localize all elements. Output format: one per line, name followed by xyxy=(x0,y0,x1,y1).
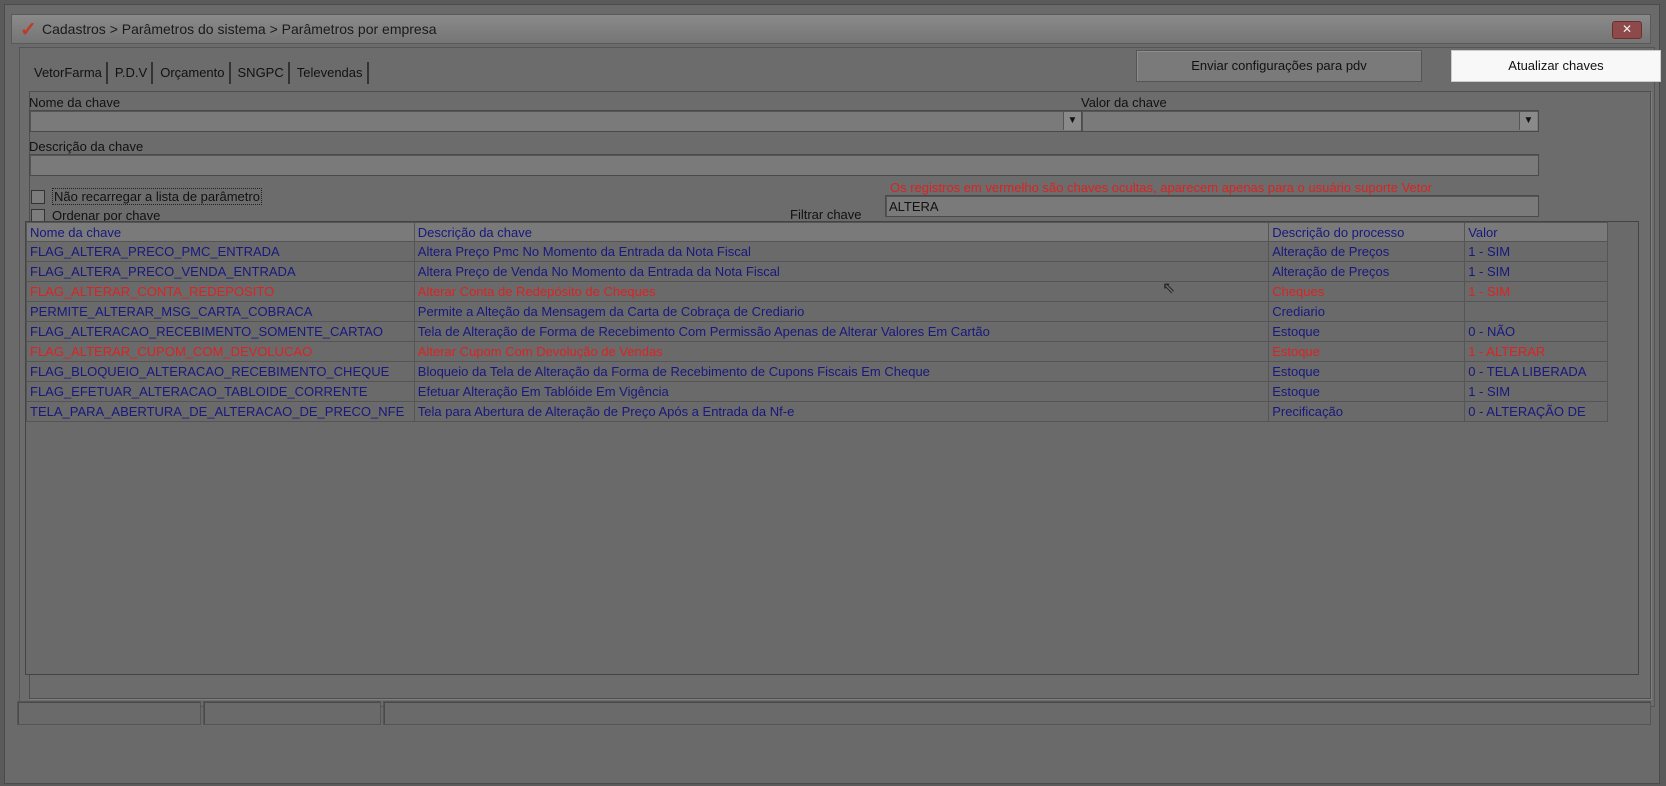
cell-desc: Alterar Conta de Redepósito de Cheques xyxy=(413,281,1270,302)
table-row[interactable]: TELA_PARA_ABERTURA_DE_ALTERACAO_DE_PRECO… xyxy=(26,401,1608,422)
column-header[interactable]: Descrição do processo xyxy=(1268,222,1466,242)
table-row[interactable]: FLAG_ALTERAR_CONTA_REDEPOSITO Alterar Con… xyxy=(26,281,1608,302)
cell-desc: Efetuar Alteração Em Tablóide Em Vigênci… xyxy=(413,381,1270,402)
column-header[interactable]: Descrição da chave xyxy=(413,222,1270,242)
table-row[interactable]: FLAG_ALTERAR_CUPOM_COM_DEVOLUCAO Alterar … xyxy=(26,341,1608,362)
cell-process: Alteração de Preços xyxy=(1268,261,1466,282)
cell-desc: Alterar Cupom Com Devolução de Vendas xyxy=(413,341,1270,362)
update-keys-button[interactable]: Atualizar chaves xyxy=(1451,50,1661,82)
cell-value xyxy=(1464,301,1608,322)
cell-value: 1 - ALTERAR xyxy=(1464,341,1608,362)
cell-desc: Tela de Alteração de Forma de Recebiment… xyxy=(413,321,1270,342)
cell-process: Estoque xyxy=(1268,321,1466,342)
table-row[interactable]: FLAG_ALTERA_PRECO_PMC_ENTRADA Altera Preç… xyxy=(26,241,1608,262)
column-header[interactable]: Nome da chave xyxy=(26,222,415,242)
app-logo-icon: ✓ xyxy=(20,19,37,41)
cell-value: 0 - ALTERAÇÃO DE xyxy=(1464,401,1608,422)
tab-vetorfarma[interactable]: VetorFarma xyxy=(30,62,108,84)
parameters-grid: Nome da chave Descrição da chave Descrição… xyxy=(25,221,1639,675)
key-name-combobox[interactable]: ▼ xyxy=(29,110,1083,132)
cell-process: Estoque xyxy=(1268,361,1466,382)
cell-name: PERMITE_ALTERAR_MSG_CARTA_COBRACA xyxy=(26,301,415,322)
cell-name: FLAG_ALTERAR_CUPOM_COM_DEVOLUCAO xyxy=(26,341,415,362)
table-row[interactable]: FLAG_EFETUAR_ALTERACAO_TABLOIDE_CORRENTE… xyxy=(26,381,1608,402)
status-panel-2 xyxy=(203,701,381,725)
chevron-down-icon[interactable]: ▼ xyxy=(1519,112,1537,130)
table-row[interactable]: FLAG_ALTERACAO_RECEBIMENTO_SOMENTE_CARTA… xyxy=(26,321,1608,342)
tab-bar: VetorFarma P.D.V Orçamento SNGPC Televendas xyxy=(30,62,372,84)
cell-name: FLAG_ALTERAR_CONTA_REDEPOSITO xyxy=(26,281,415,302)
filter-key-input[interactable]: ALTERA xyxy=(885,195,1539,217)
cell-desc: Tela para Abertura de Alteração de Preço… xyxy=(413,401,1270,422)
cell-name: FLAG_ALTERA_PRECO_PMC_ENTRADA xyxy=(26,241,415,262)
title-bar: ✓ Cadastros > Parâmetros do sistema > Pa… xyxy=(11,14,1651,44)
cell-name: FLAG_EFETUAR_ALTERACAO_TABLOIDE_CORRENTE xyxy=(26,381,415,402)
send-config-pdv-button[interactable]: Enviar configurações para pdv xyxy=(1136,50,1422,82)
cell-desc: Permite a Alteção da Mensagem da Carta d… xyxy=(413,301,1270,322)
tab-p-d-v[interactable]: P.D.V xyxy=(111,62,154,84)
cell-desc: Bloqueio da Tela de Alteração da Forma d… xyxy=(413,361,1270,382)
mouse-cursor-icon: ⇖ xyxy=(1162,280,1176,297)
key-value-label: Valor da chave xyxy=(1081,95,1167,110)
cell-value: 0 - TELA LIBERADA xyxy=(1464,361,1608,382)
filter-key-label: Filtrar chave xyxy=(790,207,862,222)
key-description-field[interactable] xyxy=(29,154,1539,176)
cell-process: Cheques xyxy=(1268,281,1466,302)
cell-desc: Altera Preço de Venda No Momento da Entr… xyxy=(413,261,1270,282)
cell-desc: Altera Preço Pmc No Momento da Entrada d… xyxy=(413,241,1270,262)
cell-process: Estoque xyxy=(1268,381,1466,402)
cell-value: 1 - SIM xyxy=(1464,281,1608,302)
cell-name: FLAG_ALTERA_PRECO_VENDA_ENTRADA xyxy=(26,261,415,282)
cell-value: 1 - SIM xyxy=(1464,261,1608,282)
key-value-combobox[interactable]: ▼ xyxy=(1081,110,1539,132)
table-row[interactable]: FLAG_ALTERA_PRECO_VENDA_ENTRADA Altera Pr… xyxy=(26,261,1608,282)
parameters-table: Nome da chave Descrição da chave Descrição… xyxy=(26,222,1608,422)
cell-process: Alteração de Preços xyxy=(1268,241,1466,262)
key-name-label: Nome da chave xyxy=(29,95,121,110)
table-header-row: Nome da chave Descrição da chave Descrição… xyxy=(26,222,1608,242)
cell-value: 0 - NÃO xyxy=(1464,321,1608,342)
column-header[interactable]: Valor xyxy=(1464,222,1608,242)
table-row[interactable]: FLAG_BLOQUEIO_ALTERACAO_RECEBIMENTO_CHEQ… xyxy=(26,361,1608,382)
window-title: Cadastros > Parâmetros do sistema > Parâ… xyxy=(42,21,437,37)
no-reload-checkbox[interactable] xyxy=(31,189,45,204)
table-row[interactable]: PERMITE_ALTERAR_MSG_CARTA_COBRACA Permite… xyxy=(26,301,1608,322)
cell-name: FLAG_ALTERACAO_RECEBIMENTO_SOMENTE_CARTA… xyxy=(26,321,415,342)
no-reload-label: Não recarregar a lista de parâmetro xyxy=(52,188,262,205)
cell-process: Crediario xyxy=(1268,301,1466,322)
tab-or-amento[interactable]: Orçamento xyxy=(156,62,231,84)
no-reload-checkbox-row[interactable]: Não recarregar a lista de parâmetro xyxy=(31,188,262,205)
tab-sngpc[interactable]: SNGPC xyxy=(234,62,290,84)
cell-name: TELA_PARA_ABERTURA_DE_ALTERACAO_DE_PRECO… xyxy=(26,401,415,422)
tab-televendas[interactable]: Televendas xyxy=(293,62,369,84)
cell-value: 1 - SIM xyxy=(1464,241,1608,262)
status-bar xyxy=(17,701,1651,725)
status-panel-3 xyxy=(383,701,1651,725)
hidden-keys-notice: Os registros em vermelho são chaves ocul… xyxy=(890,180,1432,195)
main-window: ✓ Cadastros > Parâmetros do sistema > Pa… xyxy=(4,4,1661,784)
cell-value: 1 - SIM xyxy=(1464,381,1608,402)
cell-process: Precificação xyxy=(1268,401,1466,422)
chevron-down-icon[interactable]: ▼ xyxy=(1063,112,1081,130)
status-panel-1 xyxy=(17,701,201,725)
key-description-label: Descrição da chave xyxy=(29,139,144,154)
cell-name: FLAG_BLOQUEIO_ALTERACAO_RECEBIMENTO_CHEQ… xyxy=(26,361,415,382)
close-button[interactable]: ✕ xyxy=(1612,21,1642,39)
cell-process: Estoque xyxy=(1268,341,1466,362)
